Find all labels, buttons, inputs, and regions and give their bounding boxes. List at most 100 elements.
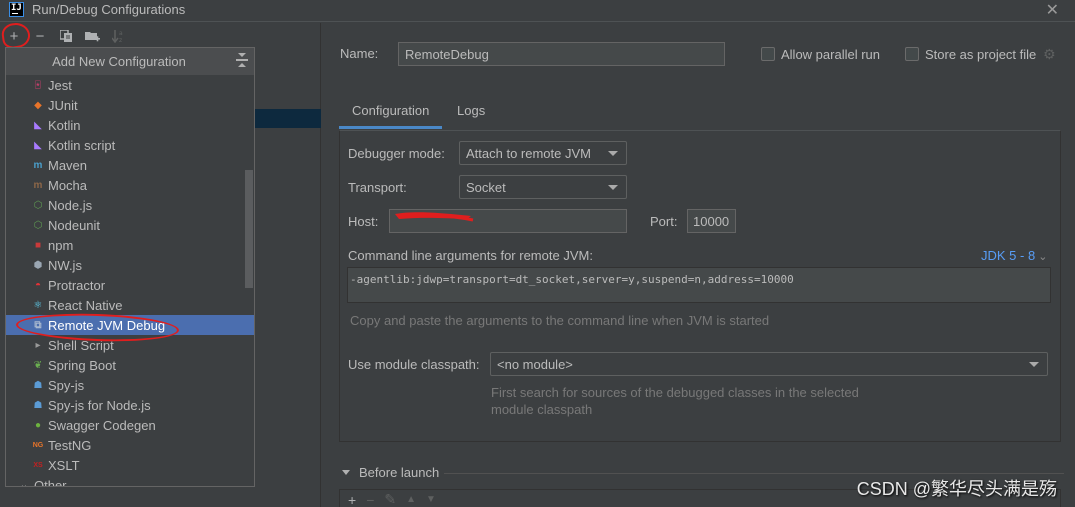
- config-type-label: Mocha: [48, 177, 88, 193]
- popup-header: Add New Configuration: [6, 48, 254, 75]
- spyjs-node-icon: ☗: [33, 399, 43, 411]
- config-type-item[interactable]: ⚛ React Native: [6, 295, 254, 315]
- config-type-label: Remote JVM Debug: [48, 317, 166, 333]
- edit-pencil-icon[interactable]: ✎: [384, 491, 396, 507]
- config-type-label: Protractor: [48, 277, 106, 293]
- config-type-item[interactable]: m Maven: [6, 155, 254, 175]
- config-type-label: Jest: [48, 77, 72, 93]
- config-type-item[interactable]: ⬡ Nodeunit: [6, 215, 254, 235]
- junit-icon: ◆: [34, 99, 42, 111]
- config-type-item[interactable]: NG TestNG: [6, 435, 254, 455]
- config-type-item[interactable]: ⧉ Remote JVM Debug: [6, 315, 254, 335]
- config-type-item[interactable]: ❦ Spring Boot: [6, 355, 254, 375]
- move-down-icon[interactable]: ▼: [426, 494, 436, 505]
- copy-configuration-button[interactable]: [58, 28, 74, 44]
- copy-icon: [59, 29, 72, 42]
- config-type-item[interactable]: ◣ Kotlin script: [6, 135, 254, 155]
- config-type-item[interactable]: ◣ Kotlin: [6, 115, 254, 135]
- title-bar: IJ Run/Debug Configurations ✕: [0, 0, 1075, 22]
- config-type-label: Spring Boot: [48, 357, 116, 373]
- config-type-label: React Native: [48, 297, 123, 313]
- csdn-watermark: CSDN @繁华尽头满是殇: [856, 479, 1057, 499]
- config-type-item[interactable]: ▸ Shell Script: [6, 335, 254, 355]
- config-type-label: Shell Script: [48, 337, 114, 353]
- module-hint-line1: First search for sources of the debugged…: [491, 385, 859, 400]
- module-hint-line2: module classpath: [491, 402, 593, 417]
- jdk-version-label: JDK 5 - 8: [981, 248, 1036, 263]
- store-as-project-file-label: Store as project file: [925, 47, 1037, 62]
- add-configuration-button[interactable]: +: [6, 27, 22, 45]
- config-type-item[interactable]: ◆ JUnit: [6, 95, 254, 115]
- window-title: Run/Debug Configurations: [32, 2, 186, 17]
- nodeunit-icon: ⬡: [33, 219, 43, 231]
- popup-scrollbar[interactable]: [245, 170, 253, 288]
- cmd-args-label: Command line arguments for remote JVM:: [348, 248, 593, 263]
- module-classpath-label: Use module classpath:: [348, 357, 480, 372]
- config-type-item[interactable]: ⬢ NW.js: [6, 255, 254, 275]
- dropdown-arrow-icon: [608, 185, 618, 190]
- add-new-configuration-popup: Add New Configuration 🃏 Jest ◆ JUnit ◣ Kotlin…: [5, 47, 255, 487]
- allow-parallel-run-checkbox[interactable]: [761, 47, 775, 61]
- kotlin-script-icon: ◣: [34, 139, 42, 151]
- chevron-down-icon: ⌄: [19, 479, 29, 487]
- collapse-all-icon[interactable]: [236, 53, 248, 67]
- plus-icon: +: [9, 27, 19, 45]
- config-type-item[interactable]: m Mocha: [6, 175, 254, 195]
- config-type-item[interactable]: ● Swagger Codegen: [6, 415, 254, 435]
- config-type-item[interactable]: ⌄ Other: [6, 475, 254, 487]
- chevron-down-icon: ⌄: [1038, 251, 1048, 263]
- config-type-item[interactable]: XS XSLT: [6, 455, 254, 475]
- new-folder-button[interactable]: [84, 28, 100, 44]
- debugger-mode-select[interactable]: Attach to remote JVM: [459, 141, 627, 165]
- debugger-mode-value: Attach to remote JVM: [466, 145, 591, 161]
- tab-logs[interactable]: Logs: [457, 103, 485, 129]
- module-classpath-value: <no module>: [497, 356, 573, 372]
- cmd-args-textarea[interactable]: -agentlib:jdwp=transport=dt_socket,serve…: [347, 267, 1051, 303]
- host-input[interactable]: [389, 209, 627, 233]
- gear-icon[interactable]: ⚙: [1043, 46, 1056, 63]
- popup-title: Add New Configuration: [52, 54, 186, 69]
- sort-button[interactable]: az: [110, 28, 126, 44]
- transport-value: Socket: [466, 179, 506, 195]
- move-up-icon[interactable]: ▲: [406, 494, 416, 505]
- config-type-label: XSLT: [48, 457, 80, 473]
- before-launch-divider: [444, 473, 1064, 474]
- config-type-label: Spy-js for Node.js: [48, 397, 151, 413]
- remove-configuration-button[interactable]: −: [32, 27, 48, 45]
- plus-icon[interactable]: +: [348, 492, 356, 507]
- config-type-label: NW.js: [48, 257, 82, 273]
- name-input[interactable]: RemoteDebug: [398, 42, 725, 66]
- port-input[interactable]: 10000: [687, 209, 736, 233]
- transport-label: Transport:: [348, 180, 407, 195]
- config-type-label: Swagger Codegen: [48, 417, 156, 433]
- kotlin-icon: ◣: [34, 119, 42, 131]
- config-type-label: JUnit: [48, 97, 78, 113]
- config-type-label: Nodeunit: [48, 217, 101, 233]
- intellij-logo-icon: IJ: [9, 2, 24, 17]
- host-label: Host:: [348, 214, 379, 229]
- spring-boot-icon: ❦: [33, 359, 43, 371]
- config-type-label: Spy-js: [48, 377, 85, 393]
- configuration-editor: Name: RemoteDebug Allow parallel run Sto…: [322, 23, 1075, 507]
- config-type-item[interactable]: ■ npm: [6, 235, 254, 255]
- allow-parallel-run-label: Allow parallel run: [781, 47, 880, 62]
- close-icon[interactable]: ✕: [1046, 0, 1059, 20]
- transport-select[interactable]: Socket: [459, 175, 627, 199]
- tab-configuration[interactable]: Configuration: [338, 103, 443, 129]
- minus-icon[interactable]: −: [366, 492, 374, 507]
- minus-icon: −: [35, 27, 45, 45]
- config-type-item[interactable]: ☗ Spy-js: [6, 375, 254, 395]
- module-classpath-select[interactable]: <no module>: [490, 352, 1048, 376]
- before-launch-section[interactable]: Before launch: [342, 465, 439, 480]
- config-type-item[interactable]: 🃏 Jest: [6, 75, 254, 95]
- jdk-version-link[interactable]: JDK 5 - 8 ⌄: [981, 248, 1047, 263]
- config-type-label: Other: [34, 477, 67, 487]
- spyjs-icon: ☗: [33, 379, 43, 391]
- store-as-project-file-checkbox[interactable]: [905, 47, 919, 61]
- sort-az-icon: az: [111, 30, 123, 43]
- config-type-item[interactable]: ⬡ Node.js: [6, 195, 254, 215]
- config-type-item[interactable]: ☗ Spy-js for Node.js: [6, 395, 254, 415]
- tree-selected-row[interactable]: [255, 109, 321, 128]
- config-type-item[interactable]: ◓ Protractor: [6, 275, 254, 295]
- mocha-icon: m: [33, 179, 43, 191]
